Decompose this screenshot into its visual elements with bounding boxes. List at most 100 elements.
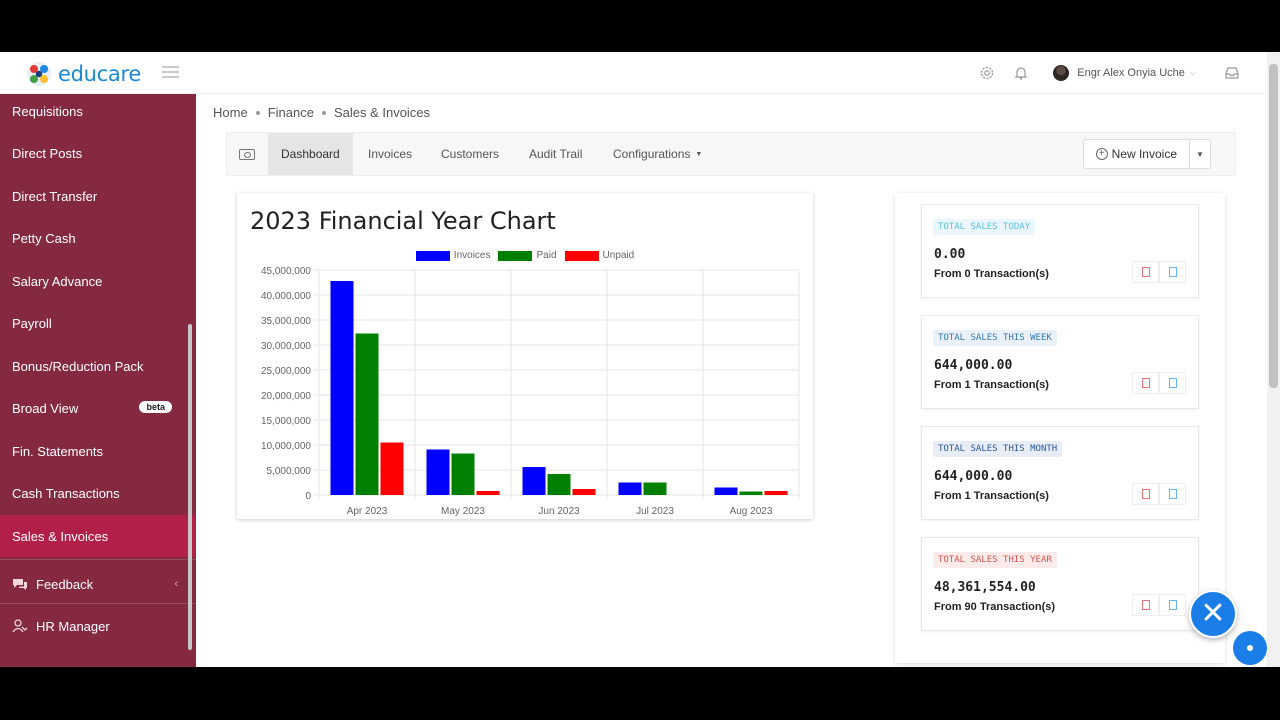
- sidebar-item-bonus-reduction[interactable]: Bonus/Reduction Pack: [0, 345, 196, 387]
- legend-item-paid[interactable]: Paid: [498, 250, 557, 261]
- y-tick-label: 30,000,000: [261, 341, 311, 352]
- breadcrumb: Home Finance Sales & Invoices: [213, 105, 430, 120]
- breadcrumb-current: Sales & Invoices: [333, 105, 431, 120]
- breadcrumb-finance[interactable]: Finance: [268, 105, 314, 120]
- pdf-export-button[interactable]: [1132, 372, 1159, 394]
- pdf-export-button[interactable]: [1132, 594, 1159, 616]
- close-icon: ✕: [1200, 597, 1226, 630]
- chevron-left-icon: ‹: [174, 578, 178, 590]
- breadcrumb-separator: [255, 110, 260, 115]
- y-tick-label: 5,000,000: [267, 466, 312, 477]
- y-tick-label: 25,000,000: [261, 366, 311, 377]
- stat-value: 644,000.00: [934, 358, 1013, 373]
- sidebar-scrollbar[interactable]: [188, 324, 192, 650]
- doc-export-button[interactable]: [1159, 372, 1186, 394]
- page-scrollbar[interactable]: [1267, 52, 1280, 667]
- tab-invoices[interactable]: Invoices: [355, 133, 425, 175]
- sidebar-item-petty-cash[interactable]: Petty Cash: [0, 217, 196, 259]
- dot-icon: [1247, 645, 1253, 651]
- menu-toggle-icon[interactable]: [162, 66, 179, 78]
- tab-dashboard[interactable]: Dashboard: [268, 133, 353, 175]
- new-invoice-button[interactable]: + New Invoice: [1084, 140, 1190, 168]
- close-widget-button[interactable]: ✕: [1189, 590, 1237, 638]
- pdf-icon: [1141, 600, 1150, 610]
- sidebar-item-salary-advance[interactable]: Salary Advance: [0, 260, 196, 302]
- sidebar-item-label: Bonus/Reduction Pack: [12, 358, 144, 374]
- sidebar-item-cash-transactions[interactable]: Cash Transactions: [0, 472, 196, 514]
- doc-export-button[interactable]: [1159, 261, 1186, 283]
- inbox-icon[interactable]: [1224, 65, 1240, 81]
- y-tick-label: 10,000,000: [261, 441, 311, 452]
- legend-label: Invoices: [453, 250, 491, 261]
- y-tick-label: 20,000,000: [261, 391, 311, 402]
- doc-icon: [1168, 267, 1177, 277]
- x-tick-label: Aug 2023: [730, 506, 773, 517]
- bar-invoices-0: [330, 281, 354, 495]
- tab-bar: Dashboard Invoices Customers Audit Trail…: [226, 132, 1236, 176]
- sidebar-section-feedback[interactable]: Feedback ‹: [0, 563, 196, 605]
- pdf-export-button[interactable]: [1132, 261, 1159, 283]
- tab-customers[interactable]: Customers: [428, 133, 512, 175]
- legend-swatch: [564, 250, 599, 261]
- bell-icon[interactable]: [1013, 65, 1029, 81]
- sidebar-item-label: Cash Transactions: [12, 485, 120, 501]
- legend-swatch: [498, 250, 533, 261]
- bar-invoices-3: [618, 482, 642, 495]
- sidebar-item-direct-posts[interactable]: Direct Posts: [0, 132, 196, 174]
- chat-widget-button[interactable]: [1233, 631, 1267, 665]
- doc-export-button[interactable]: [1159, 483, 1186, 505]
- pdf-icon: [1141, 267, 1150, 277]
- bar-paid-3: [643, 482, 667, 495]
- bar-unpaid-4: [764, 491, 788, 495]
- stat-subtitle: From 1 Transaction(s): [934, 379, 1049, 391]
- app-window: educare Engr Alex Onyia Uche ⌵ Requisiti…: [0, 52, 1280, 667]
- pdf-icon: [1141, 378, 1150, 388]
- top-bar: educare Engr Alex Onyia Uche ⌵: [0, 52, 1266, 94]
- stat-value: 644,000.00: [934, 469, 1013, 484]
- user-menu[interactable]: Engr Alex Onyia Uche ⌵: [1053, 65, 1196, 81]
- pdf-export-button[interactable]: [1132, 483, 1159, 505]
- y-tick-label: 15,000,000: [261, 416, 311, 427]
- x-tick-label: Apr 2023: [347, 506, 388, 517]
- gear-icon[interactable]: [979, 65, 995, 81]
- breadcrumb-separator: [321, 110, 326, 115]
- sidebar-item-payroll[interactable]: Payroll: [0, 302, 196, 344]
- stat-card-year: TOTAL SALES THIS YEAR 48,361,554.00 From…: [921, 537, 1199, 631]
- sidebar-item-label: Direct Transfer: [12, 188, 98, 204]
- sidebar-item-requisitions[interactable]: Requisitions: [0, 94, 196, 132]
- sidebar-divider: [0, 559, 196, 560]
- y-tick-label: 0: [305, 491, 311, 502]
- tab-configurations-label: Configurations: [613, 147, 691, 161]
- doc-export-button[interactable]: [1159, 594, 1186, 616]
- doc-icon: [1168, 378, 1177, 388]
- tab-audit-trail[interactable]: Audit Trail: [516, 133, 595, 175]
- sidebar-item-fin-statements[interactable]: Fin. Statements: [0, 430, 196, 472]
- chart-card: 45,000,000 40,000,000 35,000,000 30,000,000…: [237, 193, 813, 519]
- sidebar-item-sales-invoices[interactable]: Sales & Invoices: [0, 515, 196, 557]
- sales-stats-panel: TOTAL SALES TODAY 0.00 From 0 Transactio…: [895, 193, 1225, 663]
- bar-unpaid-0: [380, 442, 404, 495]
- plus-circle-icon: +: [1095, 148, 1108, 160]
- educare-logo-icon: [27, 62, 51, 86]
- legend-item-invoices[interactable]: Invoices: [415, 250, 491, 261]
- sidebar-item-label: Salary Advance: [12, 273, 103, 289]
- legend-item-unpaid[interactable]: Unpaid: [564, 250, 634, 261]
- bar-invoices-4: [714, 487, 738, 495]
- x-tick-label: Jun 2023: [538, 506, 580, 517]
- sidebar-item-direct-transfer[interactable]: Direct Transfer: [0, 175, 196, 217]
- breadcrumb-home[interactable]: Home: [213, 105, 248, 120]
- avatar: [1053, 65, 1070, 81]
- chat-icon: [13, 579, 27, 590]
- tab-configurations[interactable]: Configurations ▼: [600, 133, 715, 175]
- bar-invoices-1: [426, 449, 450, 495]
- page-scrollbar-thumb[interactable]: [1269, 64, 1278, 388]
- stat-subtitle: From 1 Transaction(s): [934, 490, 1049, 502]
- sidebar-section-hr-manager[interactable]: HR Manager: [0, 605, 196, 647]
- beta-badge: beta: [139, 401, 172, 413]
- sidebar-item-broad-view[interactable]: Broad View beta: [0, 387, 196, 429]
- user-name: Engr Alex Onyia Uche: [1077, 67, 1185, 79]
- stat-badge: TOTAL SALES TODAY: [933, 219, 1036, 235]
- new-invoice-dropdown[interactable]: ▼: [1190, 140, 1210, 168]
- bar-paid-1: [451, 453, 475, 495]
- logo[interactable]: educare: [26, 61, 141, 87]
